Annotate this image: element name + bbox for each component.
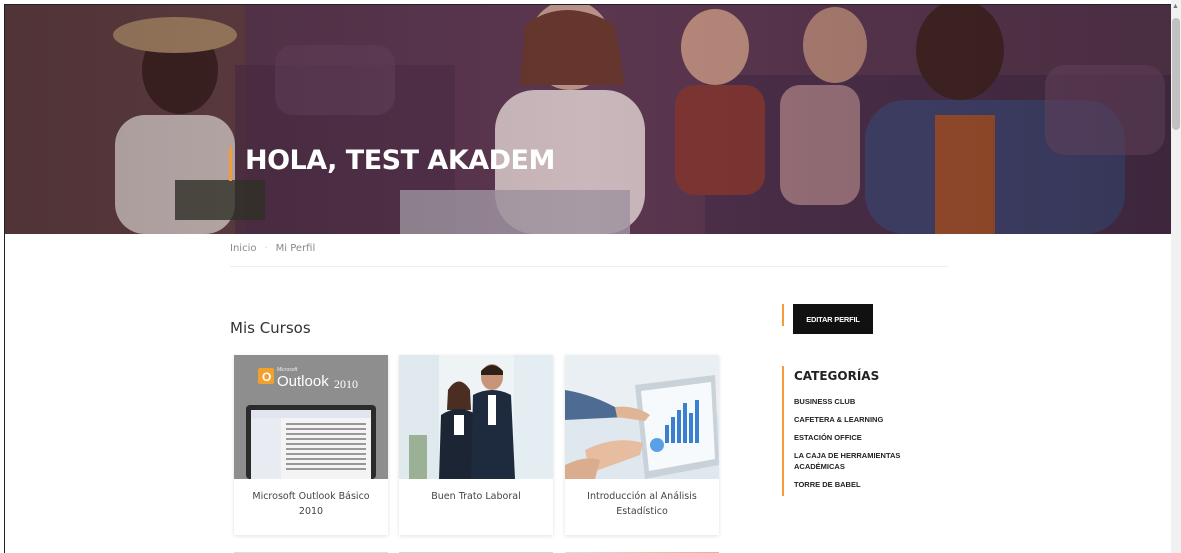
edit-profile-button[interactable]: EDITAR PERFIL [793, 304, 873, 334]
breadcrumb-current: Mi Perfil [275, 243, 316, 254]
category-item: TORRE DE BABEL [794, 479, 914, 490]
course-thumbnail-estadistico [565, 355, 719, 479]
category-item: LA CAJA DE HERRAMIENTAS ACADÉMICAS [794, 450, 914, 472]
hero-greeting: HOLA, TEST AKADEM [245, 145, 555, 176]
svg-text:O: O [262, 370, 271, 384]
breadcrumb: Inicio · Mi Perfil [230, 243, 315, 254]
chevron-up-icon[interactable]: ▲ [1172, 3, 1179, 11]
my-courses-title: Mis Cursos [230, 319, 311, 337]
category-link-cafetera-learning[interactable]: CAFETERA & LEARNING [794, 414, 914, 425]
category-item: CAFETERA & LEARNING [794, 414, 914, 425]
category-link-torre-de-babel[interactable]: TORRE DE BABEL [794, 479, 914, 490]
course-card-buen-trato[interactable]: Buen Trato Laboral [399, 355, 553, 535]
hero-accent-bar [229, 147, 232, 181]
categories-list: BUSINESS CLUB CAFETERA & LEARNING ESTACI… [794, 396, 914, 497]
categories-title: CATEGORÍAS [794, 369, 880, 383]
breadcrumb-divider [230, 266, 948, 267]
breadcrumb-separator: · [264, 243, 268, 254]
category-link-caja-herramientas[interactable]: LA CAJA DE HERRAMIENTAS ACADÉMICAS [794, 450, 914, 472]
course-title: Introducción al Análisis Estadístico [587, 491, 697, 517]
edit-profile-accent-bar [782, 304, 784, 326]
category-item: ESTACIÓN OFFICE [794, 432, 914, 443]
breadcrumb-home-link[interactable]: Inicio [230, 243, 256, 254]
scrollbar-thumb[interactable] [1172, 18, 1180, 130]
outlook-logo-product: Outlook [277, 373, 329, 390]
course-thumbnail-buen-trato [399, 355, 553, 479]
page-scrollbar[interactable]: ▲ [1171, 0, 1181, 553]
outlook-logo-version: 2010 [334, 377, 358, 391]
category-link-business-club[interactable]: BUSINESS CLUB [794, 396, 914, 407]
category-link-estacion-office[interactable]: ESTACIÓN OFFICE [794, 432, 914, 443]
course-thumbnail-outlook: O Microsoft Outlook 2010 [234, 355, 388, 479]
course-title: Buen Trato Laboral [431, 491, 521, 502]
course-title: Microsoft Outlook Básico 2010 [252, 491, 370, 517]
course-card-outlook[interactable]: O Microsoft Outlook 2010 Microsoft Outlo… [234, 355, 388, 535]
course-card-estadistico[interactable]: Introducción al Análisis Estadístico [565, 355, 719, 535]
categories-accent-bar [782, 366, 784, 496]
hero-banner: HOLA, TEST AKADEM [5, 5, 1171, 234]
category-item: BUSINESS CLUB [794, 396, 914, 407]
hero-overlay [5, 5, 1171, 234]
page-frame: HOLA, TEST AKADEM Inicio · Mi Perfil Mis C… [4, 4, 1172, 553]
